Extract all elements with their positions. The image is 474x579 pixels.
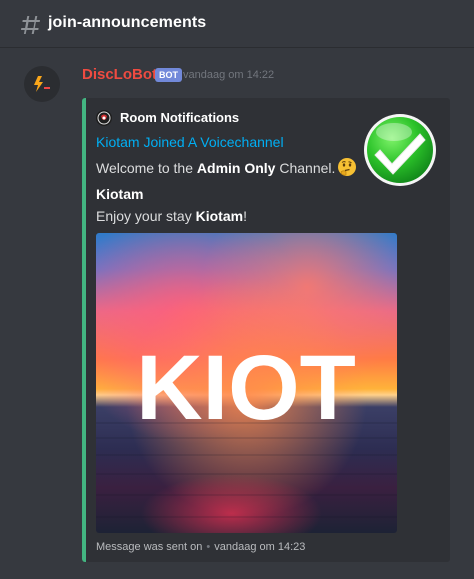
embed-field-name: Kiotam: [96, 186, 144, 202]
field-value-suffix: !: [243, 208, 247, 224]
avatar[interactable]: [24, 66, 60, 102]
desc-prefix: Welcome to the: [96, 160, 197, 176]
footer-separator: •: [206, 541, 211, 553]
channel-header: join-announcements: [0, 0, 474, 48]
embed-image[interactable]: KIOT: [96, 233, 397, 533]
hash-channel-icon: [21, 16, 40, 34]
bot-badge: BOT: [155, 68, 182, 82]
message-timestamp: vandaag om 14:22: [183, 69, 275, 81]
bot-avatar-lightning-icon: [34, 76, 50, 92]
sunset-kiot-image: KIOT: [96, 233, 397, 533]
thinking-face-emoji: [338, 158, 357, 176]
embed-description: Welcome to the Admin Only Channel.: [96, 157, 357, 177]
embed-author-name: Room Notifications: [120, 110, 240, 125]
green-checkmark-icon[interactable]: [362, 112, 438, 188]
message-embed: Room Notifications Kiotam Joined A Voice…: [82, 98, 450, 562]
message-author[interactable]: DiscLoBot: [82, 66, 157, 83]
image-kiot-text: KIOT: [136, 337, 356, 439]
field-value-prefix: Enjoy your stay: [96, 208, 196, 224]
embed-author-icon: [96, 110, 112, 126]
channel-name[interactable]: join-announcements: [48, 14, 206, 32]
desc-suffix: Channel.: [275, 160, 336, 176]
embed-field-value: Enjoy your stay Kiotam!: [96, 208, 247, 224]
footer-time: vandaag om 14:23: [214, 541, 306, 553]
field-value-bold: Kiotam: [195, 208, 244, 224]
room-notification-logo-icon: [97, 111, 111, 125]
embed-footer: Message was sent on • vandaag om 14:23: [96, 541, 305, 553]
desc-bold: Admin Only: [196, 160, 276, 176]
embed-title-link[interactable]: Kiotam Joined A Voicechannel: [96, 134, 284, 150]
footer-text: Message was sent on: [96, 541, 203, 553]
embed-accent-bar: [82, 98, 86, 562]
